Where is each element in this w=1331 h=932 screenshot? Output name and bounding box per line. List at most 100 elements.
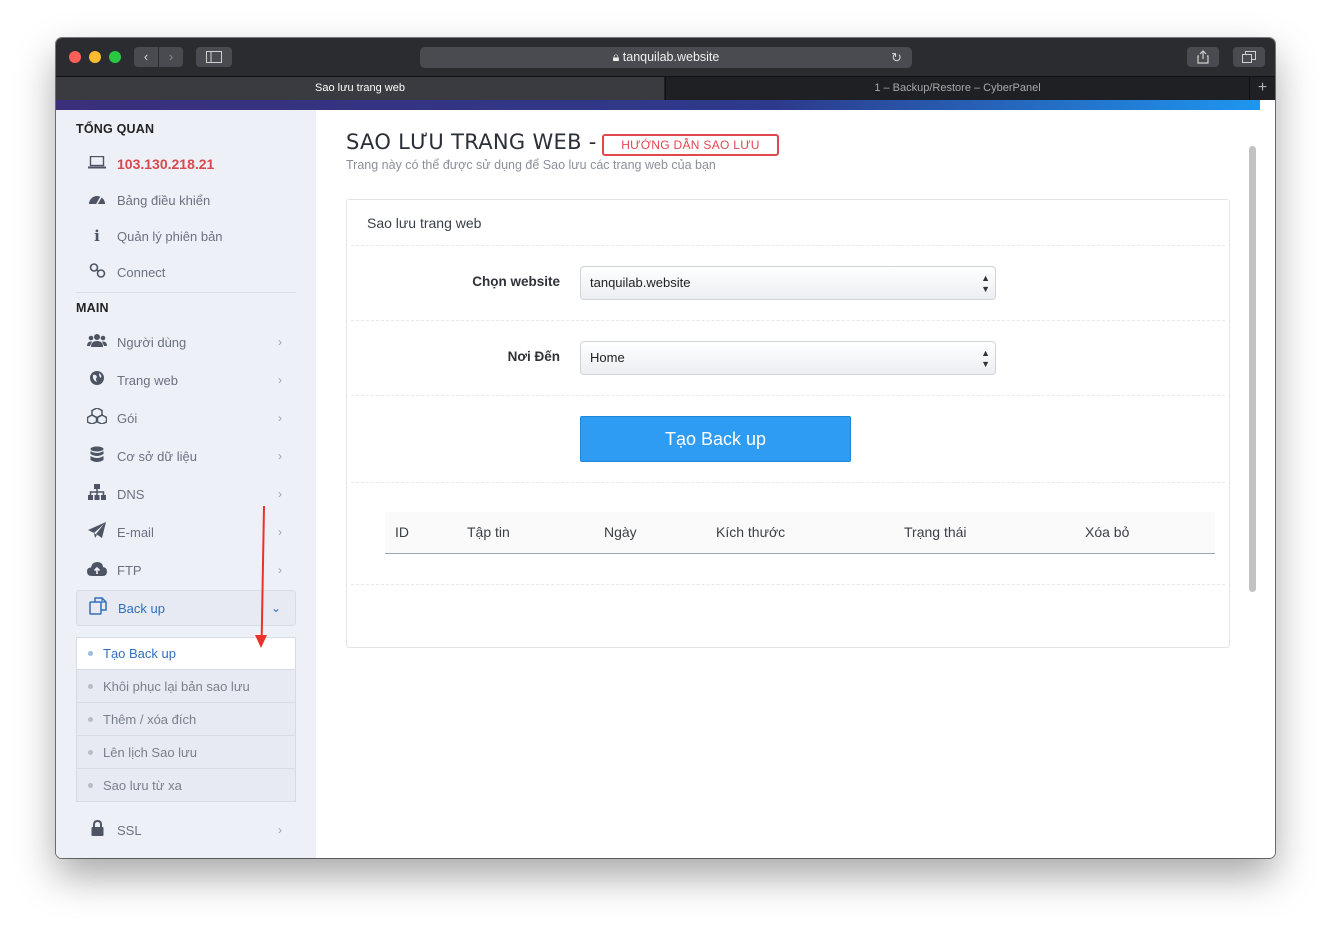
backup-card: Sao lưu trang web Chọn website tanquilab… (346, 199, 1230, 648)
destination-select-value: Home (590, 350, 625, 365)
tab-backup-restore-cyberpanel[interactable]: 1 – Backup/Restore – CyberPanel (665, 77, 1249, 100)
chevron-right-icon: › (278, 411, 282, 425)
chevron-right-icon: › (168, 49, 174, 64)
cubes-icon (86, 407, 108, 428)
submenu-schedule-backup[interactable]: Lên lịch Sao lưu (76, 736, 296, 769)
page-scrollbar[interactable] (1249, 146, 1256, 592)
submenu-label: Thêm / xóa đích (103, 711, 197, 727)
sidebar-icon (206, 51, 222, 63)
column-header-status[interactable]: Trạng thái (904, 512, 967, 553)
address-url: tanquilab.website (622, 50, 720, 64)
sidebar-section-main: MAIN (76, 301, 109, 315)
reload-icon[interactable]: ↻ (891, 47, 902, 68)
globe-icon (86, 370, 108, 390)
plus-icon: + (1257, 79, 1268, 96)
sidebar-item-label: Người dùng (117, 334, 187, 350)
lock-icon: 🔒︎ (612, 50, 620, 64)
sidebar-item-label: FTP (117, 562, 142, 578)
destination-label: Nơi Đến (507, 349, 560, 364)
sidebar-item-websites[interactable]: Trang web › (76, 362, 296, 398)
sidebar-item-label: Quản lý phiên bản (117, 228, 223, 244)
new-tab-button[interactable]: + (1249, 77, 1275, 100)
column-header-file[interactable]: Tập tin (467, 512, 510, 553)
show-tabs-button[interactable] (1233, 47, 1265, 67)
link-icon (86, 262, 108, 282)
sidebar-item-connect[interactable]: Connect (76, 254, 296, 290)
close-window-button[interactable] (69, 51, 81, 63)
bullet-icon (88, 651, 93, 656)
minimize-window-button[interactable] (89, 51, 101, 63)
create-backup-button[interactable]: Tạo Back up (580, 416, 851, 462)
forward-button[interactable]: › (159, 47, 183, 67)
sidebar-item-packages[interactable]: Gói › (76, 400, 296, 436)
page-content: TỔNG QUAN 103.130.218.21 Bảng điều khiển… (56, 110, 1275, 858)
bullet-icon (88, 683, 93, 689)
column-header-delete[interactable]: Xóa bỏ (1085, 512, 1129, 553)
submenu-add-remove-destination[interactable]: Thêm / xóa đích (76, 703, 296, 736)
lock-icon (86, 819, 108, 840)
submenu-remote-backup[interactable]: Sao lưu từ xa (76, 769, 296, 802)
sidebar-item-databases[interactable]: Cơ sở dữ liệu › (76, 438, 296, 474)
website-label: Chọn website (472, 274, 560, 289)
sidebar-item-ssl[interactable]: SSL › (76, 812, 296, 848)
sidebar-toggle-button[interactable] (196, 47, 232, 67)
card-divider (351, 395, 1225, 396)
chevron-left-icon: ‹ (143, 49, 149, 64)
bullet-icon (88, 716, 93, 722)
info-icon: i (94, 227, 100, 245)
page-title: SAO LƯU TRANG WEB - (346, 130, 597, 154)
bullet-icon (88, 749, 93, 755)
sidebar: TỔNG QUAN 103.130.218.21 Bảng điều khiển… (56, 110, 316, 858)
sidebar-item-label: Back up (118, 600, 165, 616)
page-subtitle: Trang này có thể được sử dụng để Sao lưu… (346, 158, 716, 172)
sidebar-item-users[interactable]: Người dùng › (76, 324, 296, 360)
card-divider (351, 584, 1225, 585)
share-button[interactable] (1187, 47, 1219, 67)
server-ip: 103.130.218.21 (117, 156, 215, 172)
browser-titlebar: ‹ › 🔒︎ tanquilab.website ↻ (56, 38, 1275, 76)
submenu-label: Lên lịch Sao lưu (103, 744, 197, 760)
chevron-right-icon: › (278, 525, 282, 539)
submenu-label: Tạo Back up (103, 646, 176, 661)
annotation-arrow-head (255, 635, 267, 648)
users-icon (86, 333, 108, 351)
bullet-icon (88, 782, 93, 788)
tabs-icon (1242, 51, 1256, 63)
column-header-id[interactable]: ID (395, 512, 409, 553)
select-arrows-icon: ▲ ▼ (981, 348, 990, 369)
chevron-down-icon: ⌄ (270, 601, 281, 615)
card-divider (351, 320, 1225, 321)
destination-select[interactable]: Home ▲ ▼ (580, 341, 996, 375)
sitemap-icon (86, 484, 108, 504)
chevron-right-icon: › (278, 563, 282, 577)
copy-icon (87, 597, 109, 619)
address-bar[interactable]: 🔒︎ tanquilab.website ↻ (420, 47, 912, 68)
share-icon (1197, 50, 1209, 64)
header-gradient-bar (56, 100, 1260, 110)
sidebar-item-label: DNS (117, 486, 145, 502)
tab-sao-luu-trang-web[interactable]: Sao lưu trang web (56, 77, 664, 100)
sidebar-item-dashboard[interactable]: Bảng điều khiển (76, 182, 296, 218)
sidebar-divider (76, 292, 296, 293)
back-button[interactable]: ‹ (134, 47, 158, 67)
zoom-window-button[interactable] (109, 51, 121, 63)
column-header-date[interactable]: Ngày (604, 512, 637, 553)
card-divider (351, 482, 1225, 483)
paper-plane-icon (86, 522, 108, 542)
column-header-size[interactable]: Kích thước (716, 512, 785, 553)
sidebar-item-label: Cơ sở dữ liệu (117, 448, 197, 464)
chevron-right-icon: › (278, 373, 282, 387)
sidebar-item-ip[interactable]: 103.130.218.21 (76, 146, 296, 182)
website-select-value: tanquilab.website (590, 275, 691, 290)
card-title: Sao lưu trang web (367, 215, 482, 231)
sidebar-item-version[interactable]: i Quản lý phiên bản (76, 218, 296, 254)
backup-guide-button[interactable]: HƯỚNG DẪN SAO LƯU (602, 134, 779, 156)
sidebar-item-label: SSL (117, 822, 142, 838)
submenu-label: Khôi phục lại bản sao lưu (103, 678, 250, 694)
sidebar-item-label: Bảng điều khiển (117, 192, 211, 208)
submenu-restore-backup[interactable]: Khôi phục lại bản sao lưu (76, 670, 296, 703)
chevron-right-icon: › (278, 823, 282, 837)
browser-window: ‹ › 🔒︎ tanquilab.website ↻ Sao lưu trang… (56, 38, 1275, 858)
website-select[interactable]: tanquilab.website ▲ ▼ (580, 266, 996, 300)
card-divider (351, 245, 1225, 246)
